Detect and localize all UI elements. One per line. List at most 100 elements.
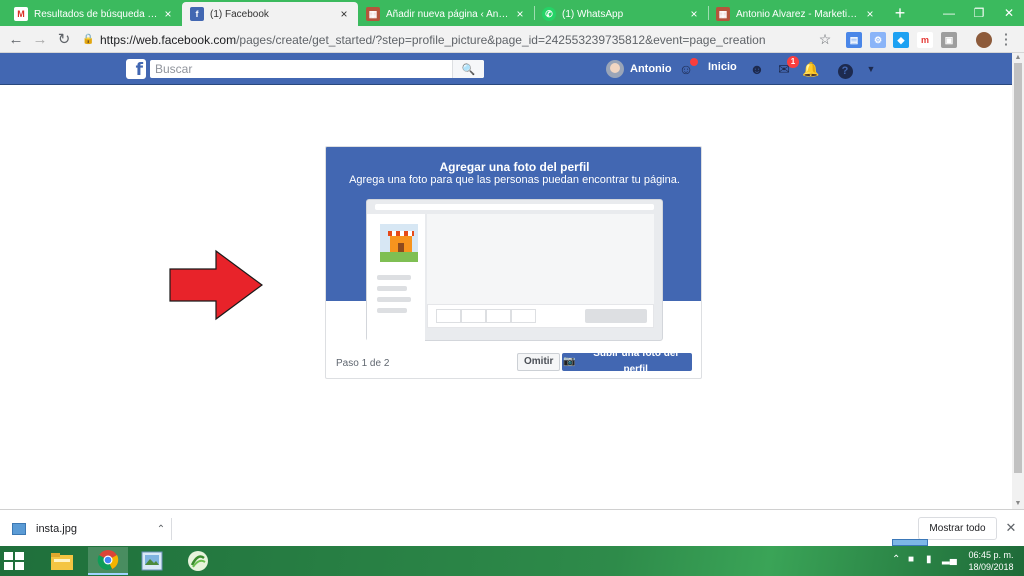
messenger-icon[interactable]: ✉ 1 [775, 56, 799, 78]
tab-marketing[interactable]: ▦ Antonio Alvarez - Marketing Dig × [708, 2, 884, 26]
profile-link[interactable]: Antonio [606, 59, 672, 79]
red-arrow-icon [169, 249, 264, 321]
help-icon[interactable]: ? [836, 60, 854, 79]
step-indicator: Paso 1 de 2 [336, 358, 390, 369]
preview-tabs-row [427, 304, 654, 328]
skip-button[interactable]: Omitir [517, 353, 561, 371]
scroll-up-icon[interactable]: ▲ [1012, 53, 1024, 63]
search-input[interactable] [150, 60, 452, 78]
action-center-icon[interactable]: ■ [908, 554, 914, 565]
extension-icon[interactable]: ▤ [846, 32, 862, 48]
dialog-subtitle: Agrega una foto para que las personas pu… [349, 174, 680, 186]
tab-title: (1) Facebook [210, 8, 269, 20]
extension-icon[interactable]: ◆ [893, 32, 909, 48]
close-icon[interactable]: × [162, 7, 174, 21]
forward-icon[interactable]: → [30, 30, 50, 50]
clock-date: 18/09/2018 [968, 562, 1014, 572]
scroll-down-icon[interactable]: ▼ [1012, 499, 1024, 509]
preview-line [377, 308, 407, 313]
messages-badge: 1 [787, 56, 799, 68]
tab-title: Añadir nueva página ‹ Antonio A [386, 8, 510, 20]
preview-cover-area [427, 214, 654, 310]
preview-button [585, 309, 647, 323]
search-box: 🔍 [150, 60, 484, 78]
tab-whatsapp[interactable]: ✆ (1) WhatsApp × [534, 2, 708, 26]
download-file-name: insta.jpg [36, 523, 77, 535]
download-item[interactable]: insta.jpg ⌃ [12, 518, 172, 540]
profile-picture-dialog: Agregar una foto del perfil Agrega una f… [325, 146, 702, 379]
account-menu-chevron-down-icon[interactable]: ▼ [862, 60, 880, 78]
find-friends-icon[interactable]: ☺ [677, 58, 698, 78]
tab-facebook[interactable]: f (1) Facebook × [182, 2, 358, 26]
show-hidden-icons-icon[interactable]: ⌃ [892, 554, 900, 565]
window-close-icon[interactable]: ✕ [994, 0, 1024, 26]
close-icon[interactable]: × [688, 7, 700, 21]
wordpress-icon: ▦ [366, 7, 380, 21]
tab-gmail[interactable]: M Resultados de búsqueda - antonio × [6, 2, 182, 26]
profile-avatar-icon[interactable] [976, 32, 992, 48]
search-icon[interactable]: 🔍 [452, 60, 484, 78]
notification-dot [690, 58, 698, 66]
file-explorer-icon[interactable] [42, 547, 82, 575]
chrome-icon[interactable] [88, 547, 128, 575]
reload-icon[interactable]: ↻ [54, 30, 74, 50]
tab-wordpress[interactable]: ▦ Añadir nueva página ‹ Antonio A × [358, 2, 534, 26]
clock-time: 06:45 p. m. [968, 550, 1014, 560]
site-icon: ▦ [716, 7, 730, 21]
gmail-icon: M [14, 7, 28, 21]
user-name: Antonio [630, 63, 672, 75]
facebook-header: f 🔍 Antonio ☺ Inicio ☻ ✉1 🔔 ? ▼ [0, 53, 1012, 85]
image-file-icon [12, 523, 26, 535]
lock-icon: 🔒 [82, 34, 95, 45]
avatar [606, 60, 624, 78]
restore-icon[interactable]: ❐ [964, 0, 994, 26]
chevron-up-icon[interactable]: ⌃ [151, 524, 171, 535]
extension-icon[interactable]: ▣ [941, 32, 957, 48]
upload-button-label: Subir una foto del perfil [593, 348, 679, 375]
friend-requests-icon[interactable]: ☻ [748, 60, 766, 78]
tab-title: (1) WhatsApp [562, 8, 624, 20]
system-clock[interactable]: 06:45 p. m. 18/09/2018 [960, 549, 1022, 573]
upload-profile-photo-button[interactable]: 📷 Subir una foto del perfil [562, 348, 692, 375]
minimize-icon[interactable]: — [934, 0, 964, 26]
facebook-logo-icon[interactable]: f [126, 59, 146, 80]
page-scrollbar[interactable]: ▲ ▼ [1012, 53, 1024, 509]
menu-dots-icon[interactable]: ⋮ [996, 30, 1016, 50]
preview-cell [436, 309, 461, 323]
notification-flag [892, 539, 928, 546]
close-icon[interactable]: × [514, 7, 526, 21]
preview-line [377, 275, 411, 280]
preview-top-strip [375, 204, 654, 210]
show-all-downloads-button[interactable]: Mostrar todo [918, 517, 997, 540]
scrollbar-thumb[interactable] [1014, 63, 1022, 473]
photo-viewer-icon[interactable] [132, 547, 172, 575]
battery-icon[interactable]: ▮ [926, 554, 932, 565]
bookmark-star-icon[interactable]: ☆ [816, 31, 834, 48]
extension-icon[interactable]: ⚙ [870, 32, 886, 48]
preview-cell [511, 309, 536, 323]
page-preview-illustration [366, 199, 663, 342]
app-swirl-icon[interactable] [178, 547, 218, 575]
url-text: https://web.facebook.com/pages/create/ge… [100, 32, 766, 47]
browser-toolbar: ← → ↻ 🔒 https://web.facebook.com/pages/c… [0, 26, 1024, 53]
storefront-icon [378, 222, 420, 264]
network-signal-icon[interactable]: ▂▄ [942, 554, 957, 565]
new-tab-button[interactable]: + [890, 3, 910, 23]
close-icon[interactable]: × [864, 7, 876, 21]
notifications-bell-icon[interactable]: 🔔 [802, 60, 820, 78]
address-bar[interactable]: 🔒 https://web.facebook.com/pages/create/… [82, 29, 834, 50]
back-icon[interactable]: ← [6, 30, 26, 50]
preview-cell [461, 309, 486, 323]
windows-start-icon[interactable] [4, 552, 24, 570]
extension-icon[interactable]: m [917, 32, 933, 48]
facebook-icon: f [190, 7, 204, 21]
close-icon[interactable]: ✕ [1003, 520, 1019, 536]
camera-icon: 📷 [563, 356, 576, 367]
preview-line [377, 286, 407, 291]
tab-title: Resultados de búsqueda - antonio [34, 8, 158, 20]
home-link[interactable]: Inicio [708, 61, 737, 73]
tab-title: Antonio Alvarez - Marketing Dig [736, 8, 860, 20]
close-icon[interactable]: × [338, 7, 350, 21]
dialog-title: Agregar una foto del perfil [439, 160, 590, 174]
windows-taskbar: ⌃ ■ ▮ ▂▄ 06:45 p. m. 18/09/2018 [0, 539, 1024, 576]
